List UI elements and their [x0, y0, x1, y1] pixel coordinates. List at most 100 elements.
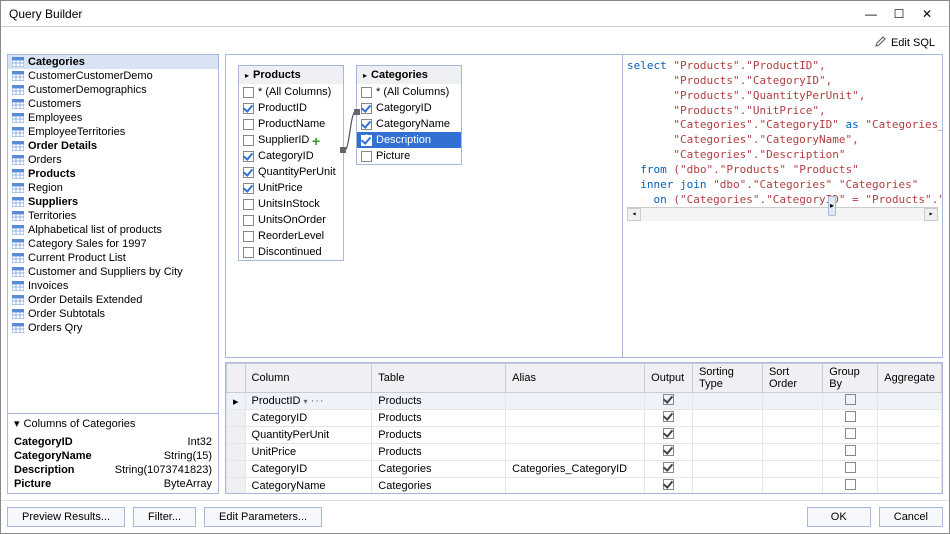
grid-cell-sortorder[interactable] — [762, 393, 822, 410]
grid-cell-sortingtype[interactable] — [692, 393, 762, 410]
ok-button[interactable]: OK — [807, 507, 871, 527]
checkbox[interactable] — [845, 479, 856, 490]
grid-header[interactable]: Aggregate — [878, 364, 942, 393]
grid-cell-aggregate[interactable] — [878, 461, 942, 478]
grid-cell-alias[interactable] — [506, 478, 645, 495]
grid-cell-column[interactable]: CategoryID — [245, 461, 372, 478]
grid-cell-aggregate[interactable] — [878, 410, 942, 427]
checkbox[interactable] — [243, 119, 254, 130]
tables-list-item[interactable]: Order Details — [8, 139, 218, 153]
tables-list-item[interactable]: Order Subtotals — [8, 307, 218, 321]
checkbox[interactable] — [845, 445, 856, 456]
checkbox[interactable] — [663, 479, 674, 490]
grid-cell-alias[interactable] — [506, 427, 645, 444]
grid-cell-table[interactable]: Products — [372, 427, 506, 444]
checkbox[interactable] — [243, 167, 254, 178]
table-column-row[interactable]: ProductName — [239, 116, 343, 132]
table-column-row[interactable]: Description — [357, 132, 461, 148]
grid-cell-alias[interactable] — [506, 444, 645, 461]
tables-list-item[interactable]: Employees — [8, 111, 218, 125]
grid-header[interactable]: Output — [645, 364, 693, 393]
tables-list-item[interactable]: EmployeeTerritories — [8, 125, 218, 139]
table-column-row[interactable]: CategoryID — [239, 148, 343, 164]
checkbox[interactable] — [243, 215, 254, 226]
grid-cell-sortorder[interactable] — [762, 427, 822, 444]
grid-row[interactable]: CategoryNameCategories — [227, 478, 942, 495]
checkbox[interactable] — [243, 231, 254, 242]
table-column-row[interactable]: ProductID — [239, 100, 343, 116]
tables-list-item[interactable]: Suppliers — [8, 195, 218, 209]
grid-cell-column[interactable]: QuantityPerUnit — [245, 427, 372, 444]
table-box-categories[interactable]: ▸ Categories * (All Columns)CategoryIDCa… — [356, 65, 462, 165]
grid-cell-column[interactable]: CategoryName — [245, 478, 372, 495]
grid-row[interactable]: CategoryIDCategoriesCategories_CategoryI… — [227, 461, 942, 478]
tables-list-item[interactable]: Customer and Suppliers by City — [8, 265, 218, 279]
sql-hscroll[interactable]: ◂▸ — [627, 207, 938, 221]
scroll-right-icon[interactable]: ▸ — [924, 208, 938, 221]
checkbox[interactable] — [361, 103, 372, 114]
collapse-icon[interactable]: ▸ — [245, 71, 249, 80]
grid-cell-sortingtype[interactable] — [692, 410, 762, 427]
tables-list-item[interactable]: Category Sales for 1997 — [8, 237, 218, 251]
grid-cell-output[interactable] — [645, 461, 693, 478]
edit-sql-button[interactable]: Edit SQL — [875, 35, 935, 50]
checkbox[interactable] — [243, 87, 254, 98]
grid-cell-sortingtype[interactable] — [692, 444, 762, 461]
table-column-row[interactable]: * (All Columns) — [357, 84, 461, 100]
grid-cell-sortingtype[interactable] — [692, 478, 762, 495]
grid-cell-alias[interactable]: Categories_CategoryID — [506, 461, 645, 478]
tables-list-item[interactable]: CustomerDemographics — [8, 83, 218, 97]
grid-cell-column[interactable]: CategoryID — [245, 410, 372, 427]
table-box-products[interactable]: ▸ Products * (All Columns)ProductIDProdu… — [238, 65, 344, 261]
table-column-row[interactable]: UnitsOnOrder — [239, 212, 343, 228]
tables-list-item[interactable]: CustomerCustomerDemo — [8, 69, 218, 83]
output-grid[interactable]: ColumnTableAliasOutputSorting TypeSort O… — [225, 362, 943, 494]
tables-list-item[interactable]: Region — [8, 181, 218, 195]
preview-results-button[interactable]: Preview Results... — [7, 507, 125, 527]
tables-list-item[interactable]: Order Details Extended — [8, 293, 218, 307]
checkbox[interactable] — [243, 151, 254, 162]
tables-list-item[interactable]: Customers — [8, 97, 218, 111]
grid-cell-column[interactable]: ProductID ▾ ··· — [245, 393, 372, 410]
grid-cell-table[interactable]: Categories — [372, 461, 506, 478]
grid-cell-table[interactable]: Products — [372, 444, 506, 461]
grid-cell-sortingtype[interactable] — [692, 461, 762, 478]
table-column-row[interactable]: SupplierID — [239, 132, 343, 148]
grid-cell-groupby[interactable] — [823, 410, 878, 427]
table-column-row[interactable]: QuantityPerUnit — [239, 164, 343, 180]
grid-cell-alias[interactable] — [506, 410, 645, 427]
grid-cell-sortorder[interactable] — [762, 410, 822, 427]
grid-cell-sortingtype[interactable] — [692, 427, 762, 444]
plus-icon[interactable]: + — [312, 133, 320, 149]
checkbox[interactable] — [361, 135, 372, 146]
close-button[interactable]: ✕ — [913, 7, 941, 21]
table-column-row[interactable]: * (All Columns) — [239, 84, 343, 100]
edit-parameters-button[interactable]: Edit Parameters... — [204, 507, 322, 527]
grid-cell-sortorder[interactable] — [762, 461, 822, 478]
tables-list[interactable]: CategoriesCustomerCustomerDemoCustomerDe… — [8, 55, 218, 413]
maximize-button[interactable]: ☐ — [885, 7, 913, 21]
checkbox[interactable] — [243, 103, 254, 114]
sql-preview[interactable]: select "Products"."ProductID", "Products… — [622, 55, 942, 357]
checkbox[interactable] — [845, 462, 856, 473]
grid-cell-output[interactable] — [645, 478, 693, 495]
tables-list-item[interactable]: Orders Qry — [8, 321, 218, 335]
grid-header[interactable]: Column — [245, 364, 372, 393]
grid-cell-table[interactable]: Products — [372, 393, 506, 410]
grid-header[interactable]: Group By — [823, 364, 878, 393]
checkbox[interactable] — [663, 394, 674, 405]
table-column-row[interactable]: CategoryName — [357, 116, 461, 132]
grid-cell-column[interactable]: UnitPrice — [245, 444, 372, 461]
checkbox[interactable] — [243, 247, 254, 258]
grid-cell-table[interactable]: Products — [372, 410, 506, 427]
checkbox[interactable] — [243, 135, 254, 146]
grid-cell-groupby[interactable] — [823, 478, 878, 495]
checkbox[interactable] — [663, 462, 674, 473]
grid-cell-groupby[interactable] — [823, 393, 878, 410]
grid-header[interactable]: Alias — [506, 364, 645, 393]
grid-cell-aggregate[interactable] — [878, 393, 942, 410]
grid-cell-output[interactable] — [645, 410, 693, 427]
filter-button[interactable]: Filter... — [133, 507, 196, 527]
grid-row[interactable]: ▸ProductID ▾ ···Products — [227, 393, 942, 410]
table-column-row[interactable]: UnitsInStock — [239, 196, 343, 212]
